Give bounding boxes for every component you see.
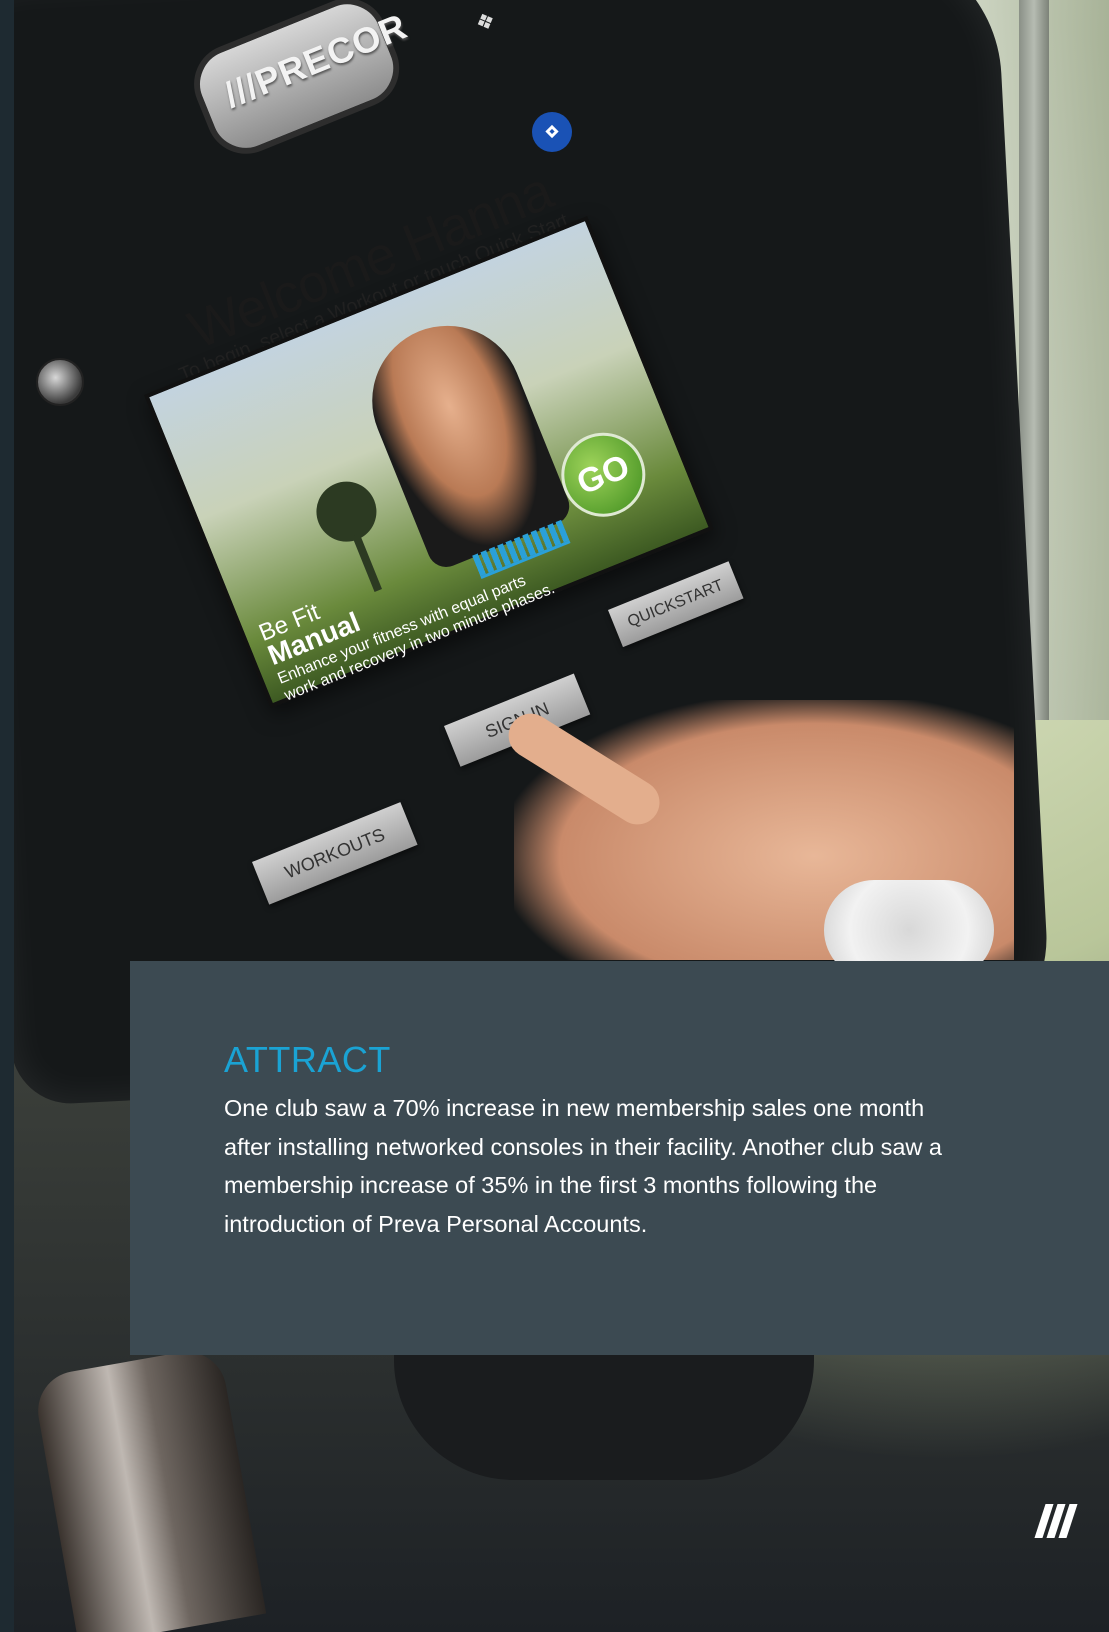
tree-image — [307, 472, 386, 551]
attract-callout-panel: ATTRACT One club saw a 70% increase in n… — [130, 961, 1109, 1355]
precor-mark-icon — [1034, 1502, 1078, 1540]
water-bottle — [31, 1345, 267, 1632]
callout-heading: ATTRACT — [224, 1039, 391, 1080]
globe-icon[interactable] — [36, 358, 84, 406]
hero-photo: ///PRECOR ❖ ⋄ Welcome Hanna To begin, se… — [14, 0, 1109, 1632]
left-edge-strip — [0, 0, 14, 1632]
console-base — [394, 1340, 814, 1480]
bluetooth-icon[interactable]: ⋄ — [532, 112, 572, 152]
callout-body: One club saw a 70% increase in new membe… — [224, 1095, 942, 1237]
